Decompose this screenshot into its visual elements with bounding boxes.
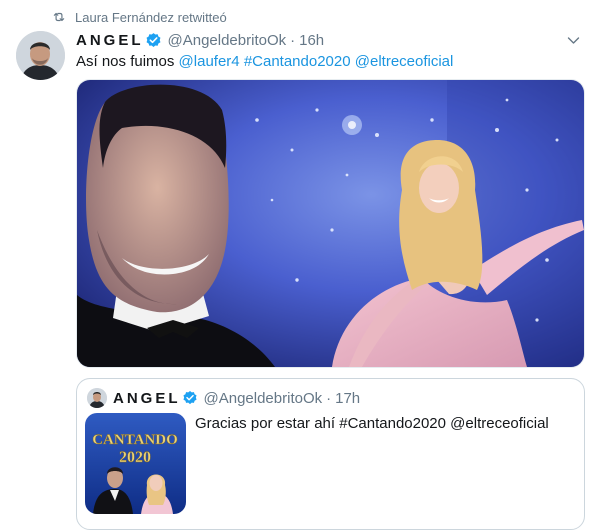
verified-badge-icon [182, 391, 197, 405]
tweet-header: ANGEL @AngeldebritoOk · 16h [76, 31, 324, 49]
thumb-logo-bottom: 2020 [119, 449, 151, 466]
chevron-down-icon[interactable] [566, 33, 581, 48]
retweet-icon [53, 12, 65, 22]
retweet-context: Laura Fernández retwitteó [52, 9, 227, 25]
tweet-timestamp[interactable]: 16h [299, 32, 324, 49]
hashtag-cantando2020[interactable]: #Cantando2020 [244, 53, 351, 70]
author-handle[interactable]: @AngeldebritoOk [168, 32, 287, 49]
retweet-label[interactable]: Laura Fernández retwitteó [75, 10, 227, 25]
time-separator: · [290, 31, 296, 49]
time-separator: · [326, 389, 332, 407]
quoted-author-avatar[interactable] [87, 388, 107, 408]
author-name[interactable]: ANGEL [76, 32, 144, 49]
quoted-tweet-header: ANGEL @AngeldebritoOk · 17h [113, 389, 360, 407]
author-avatar[interactable] [16, 31, 65, 80]
mention-eltreceoficial[interactable]: @eltreceoficial [355, 53, 454, 70]
verified-badge-icon [146, 32, 160, 47]
tweet-photo[interactable] [76, 79, 585, 368]
mention-laufer4[interactable]: @laufer4 [179, 53, 240, 70]
tweet-text: Así nos fuimos @laufer4 #Cantando2020 @e… [76, 53, 453, 70]
quoted-tweet-thumbnail[interactable]: CANTANDO 2020 [85, 413, 186, 514]
quoted-author-name[interactable]: ANGEL [113, 390, 181, 407]
quoted-tweet-timestamp[interactable]: 17h [335, 390, 360, 407]
tweet-text-plain: Así nos fuimos [76, 53, 175, 70]
quoted-tweet-text: Gracias por estar ahí #Cantando2020 @elt… [195, 415, 549, 432]
thumb-logo-top: CANTANDO [92, 432, 178, 448]
quoted-author-handle[interactable]: @AngeldebritoOk [204, 390, 323, 407]
quoted-tweet[interactable]: ANGEL @AngeldebritoOk · 17h CANTANDO 202… [76, 378, 585, 530]
